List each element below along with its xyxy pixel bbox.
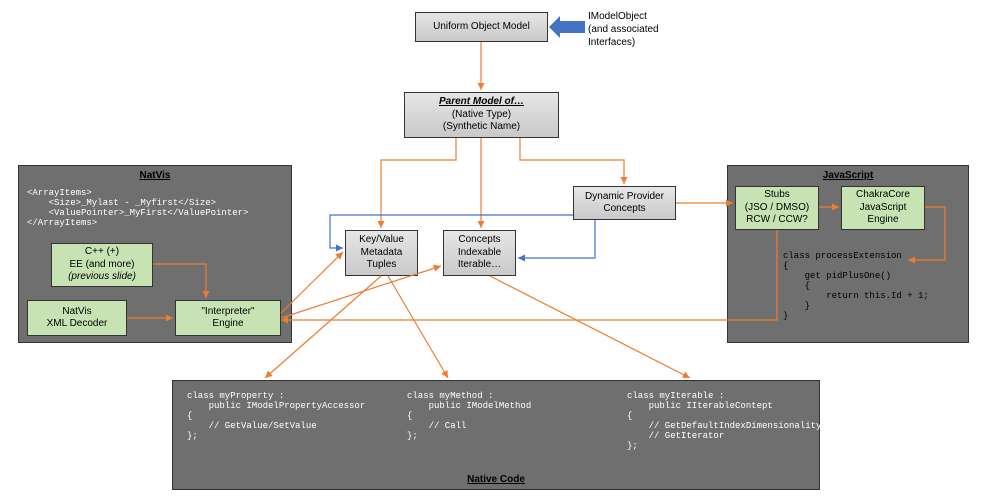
native-method-code: class myMethod : public IModelMethod { /… [407,391,531,441]
l1: IModelObject [588,10,659,23]
js-title: JavaScript [728,170,968,181]
l1: C++ (+) [85,246,119,259]
l2: EE (and more) [69,259,134,272]
l2: JavaScript [860,202,907,215]
l2: Metadata [361,247,403,260]
l2: Concepts [603,203,645,216]
l2: (and associated [588,23,659,36]
uniform-object-model-box: Uniform Object Model [415,12,548,42]
l3: Engine [867,214,898,227]
l1: Concepts [458,234,500,247]
label: Uniform Object Model [433,21,530,34]
l1: Key/Value [359,234,404,247]
l1: Dynamic Provider [585,191,664,204]
native-prop-code: class myProperty : public IModelProperty… [187,391,365,441]
title: Parent Model of… [439,96,524,109]
l2: Indexable [458,247,501,260]
native-iter-code: class myIterable : public IIterableConte… [627,391,821,451]
parent-model-box: Parent Model of… (Native Type) (Syntheti… [404,92,559,138]
l2: (Synthetic Name) [443,121,520,134]
chakracore-box: ChakraCore JavaScript Engine [841,186,925,230]
l3: Iterable… [458,259,501,272]
l1: ChakraCore [856,189,910,202]
l3: RCW / CCW? [746,214,808,227]
l3: Interfaces) [588,36,659,49]
natvis-xml-code: <ArrayItems> <Size>_Mylast - _Myfirst</S… [27,188,248,228]
l2: XML Decoder [47,318,108,331]
l1: "Interpreter" [201,306,254,319]
l3: (previous slide) [68,271,136,284]
stubs-box: Stubs (JSO / DMSO) RCW / CCW? [735,186,819,230]
concepts-box: Concepts Indexable Iterable… [443,230,516,276]
key-value-box: Key/Value Metadata Tuples [345,230,418,276]
l3: Tuples [367,259,397,272]
imodelobject-annotation: IModelObject (and associated Interfaces) [588,10,659,49]
l1: NatVis [62,306,91,319]
dynamic-provider-box: Dynamic Provider Concepts [573,186,676,220]
l1: Stubs [764,189,790,202]
natvis-xml-decoder-box: NatVis XML Decoder [27,300,127,336]
native-title: Native Code [173,474,819,485]
l1: (Native Type) [452,109,511,122]
l2: (JSO / DMSO) [745,202,809,215]
native-code-panel: Native Code class myProperty : public IM… [172,380,820,490]
l2: Engine [212,318,243,331]
cpp-ee-box: C++ (+) EE (and more) (previous slide) [51,243,153,287]
interpreter-engine-box: "Interpreter" Engine [175,300,281,336]
js-code: class processExtension { get pidPlusOne(… [783,251,929,321]
natvis-title: NatVis [19,170,291,181]
